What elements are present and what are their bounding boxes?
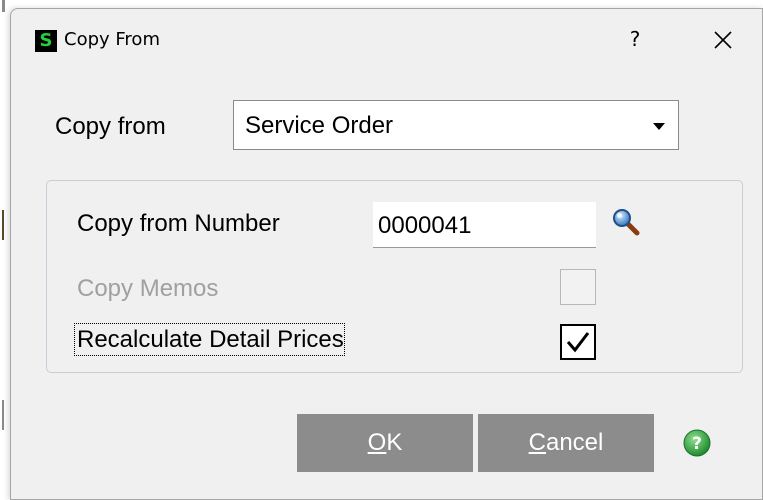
copy-memos-label: Copy Memos (77, 275, 219, 302)
copy-memos-checkbox[interactable] (560, 269, 596, 305)
help-button[interactable]: ? (682, 428, 712, 458)
copy-from-number-input[interactable]: 0000041 (373, 202, 596, 248)
cancel-mnemonic: C (528, 429, 546, 456)
ok-label-rest: K (386, 429, 403, 456)
cancel-button[interactable]: Cancel (478, 414, 654, 472)
copy-from-selected-value: Service Order (245, 112, 394, 139)
copy-from-number-label: Copy from Number (77, 210, 280, 237)
copy-from-dialog: S Copy From ? Copy from Service Order Co… (10, 8, 763, 500)
lookup-button[interactable] (611, 207, 641, 237)
app-logo-icon: S (35, 30, 57, 52)
background-edge-mark (2, 0, 5, 12)
background-edge-mark (2, 400, 4, 430)
ok-button-label: OK (368, 414, 403, 472)
dialog-title: Copy From (64, 29, 160, 50)
recalculate-detail-prices-label[interactable]: Recalculate Detail Prices (74, 323, 345, 356)
copy-from-number-value: 0000041 (378, 212, 472, 239)
close-icon (714, 31, 732, 49)
recalculate-detail-prices-checkbox[interactable] (560, 324, 596, 360)
ok-mnemonic: O (367, 429, 387, 456)
copy-from-label: Copy from (55, 113, 166, 140)
context-help-button[interactable]: ? (625, 27, 645, 53)
cancel-button-label: Cancel (529, 414, 604, 472)
copy-from-dropdown[interactable]: Service Order (233, 100, 679, 150)
ok-button[interactable]: OK (297, 414, 473, 472)
svg-text:?: ? (692, 434, 702, 454)
close-button[interactable] (708, 25, 738, 55)
magnifier-icon (613, 209, 640, 236)
checkmark-icon (566, 332, 590, 353)
cancel-label-rest: ancel (545, 429, 604, 456)
background-edge-mark (2, 210, 4, 240)
dropdown-arrow-icon (653, 123, 665, 130)
green-help-icon: ? (683, 429, 711, 457)
title-bar: S Copy From ? (11, 9, 763, 71)
